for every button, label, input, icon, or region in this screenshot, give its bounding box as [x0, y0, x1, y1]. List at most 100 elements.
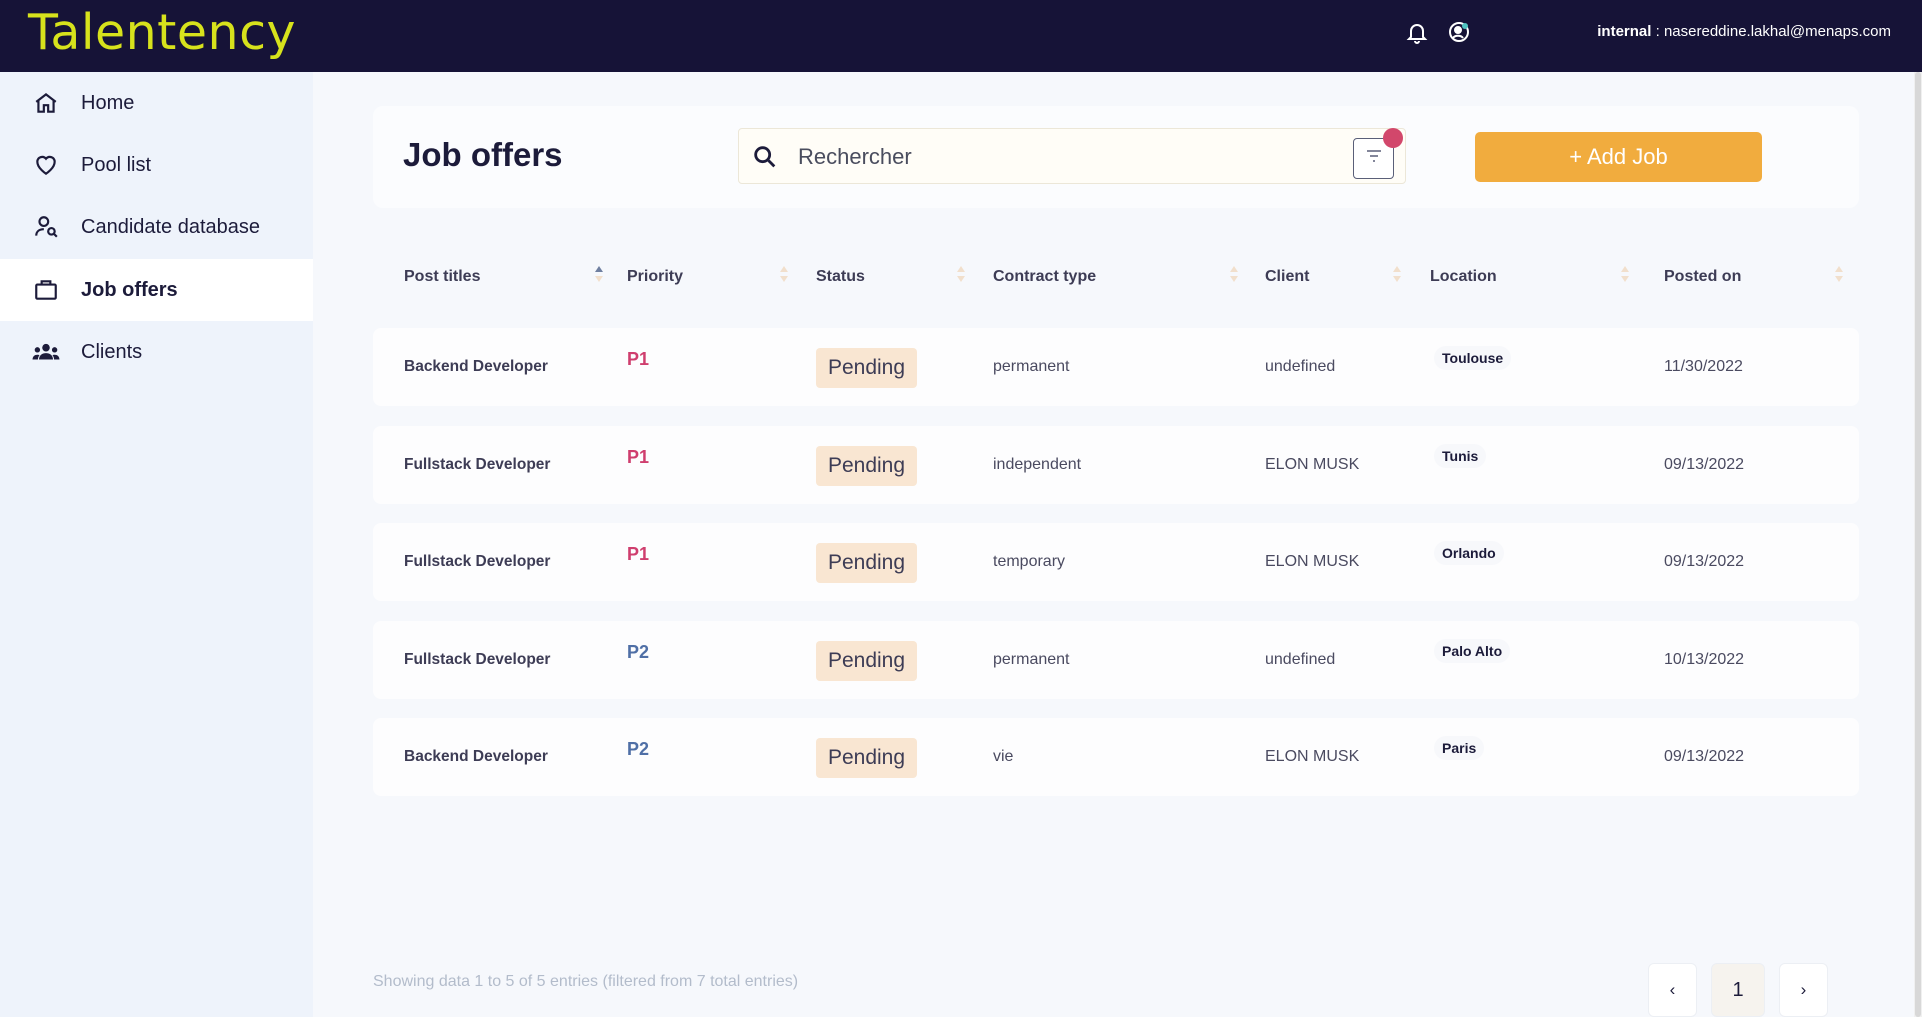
column-label: Location — [1430, 268, 1497, 285]
sidebar-item-label: Job offers — [81, 278, 178, 301]
sort-icon[interactable] — [957, 266, 967, 286]
location-tag: Paris — [1434, 736, 1485, 760]
location-tag: Orlando — [1434, 541, 1504, 565]
table-header: Post titles Priority Status Contract typ… — [373, 252, 1859, 302]
cell-contract-type: permanent — [993, 651, 1070, 668]
column-header-contract-type[interactable]: Contract type — [993, 252, 1096, 302]
group-icon — [31, 337, 61, 367]
pagination-next-button[interactable]: › — [1779, 963, 1828, 1017]
cell-client: undefined — [1265, 651, 1336, 668]
cell-posted-on: 10/13/2022 — [1664, 651, 1745, 668]
cell-contract-type: independent — [993, 456, 1082, 473]
cell-contract-type: temporary — [993, 553, 1066, 570]
page-scrollbar[interactable] — [1914, 72, 1922, 1017]
sort-icon[interactable] — [595, 266, 605, 286]
cell-contract-type: vie — [993, 748, 1014, 765]
status-badge: Pending — [816, 446, 917, 486]
sidebar-item-home[interactable]: Home — [0, 72, 313, 134]
sort-icon[interactable] — [780, 266, 790, 286]
status-badge: Pending — [816, 641, 917, 681]
sidebar-item-label: Clients — [81, 340, 143, 363]
entries-summary: Showing data 1 to 5 of 5 entries (filter… — [373, 973, 799, 990]
cell-client: ELON MUSK — [1265, 553, 1360, 570]
home-icon — [31, 88, 61, 118]
sort-icon[interactable] — [1621, 266, 1631, 286]
pagination-prev-button[interactable]: ‹ — [1648, 963, 1697, 1017]
cell-posted-on: 11/30/2022 — [1664, 358, 1743, 375]
scrollbar-thumb[interactable] — [1915, 72, 1921, 1017]
cell-posted-on: 09/13/2022 — [1664, 748, 1745, 765]
cell-priority: P2 — [627, 641, 650, 662]
add-job-button[interactable]: + Add Job — [1475, 132, 1762, 182]
user-info[interactable]: internal : nasereddine.lakhal@menaps.com — [1597, 23, 1891, 40]
status-badge: Pending — [816, 738, 917, 778]
column-header-posted-on[interactable]: Posted on — [1664, 252, 1741, 302]
sidebar-item-clients[interactable]: Clients — [0, 321, 313, 383]
cell-priority: P2 — [627, 738, 650, 759]
filter-active-indicator — [1383, 128, 1403, 148]
cell-contract-type: permanent — [993, 358, 1070, 375]
column-header-location[interactable]: Location — [1430, 252, 1497, 302]
table-row[interactable]: Fullstack Developer P1 Pending independe… — [373, 426, 1859, 504]
location-tag: Toulouse — [1434, 346, 1512, 370]
status-badge: Pending — [816, 543, 917, 583]
cell-post-title: Fullstack Developer — [404, 553, 551, 570]
briefcase-icon — [31, 275, 61, 305]
cell-post-title: Backend Developer — [404, 358, 548, 375]
table-row[interactable]: Fullstack Developer P1 Pending temporary… — [373, 523, 1859, 601]
user-separator: : — [1651, 23, 1664, 40]
column-label: Post titles — [404, 268, 481, 285]
table-row[interactable]: Backend Developer P2 Pending vie ELON MU… — [373, 718, 1859, 796]
cell-posted-on: 09/13/2022 — [1664, 456, 1745, 473]
pagination-page-1[interactable]: 1 — [1711, 963, 1765, 1017]
cell-post-title: Fullstack Developer — [404, 651, 551, 668]
column-label: Client — [1265, 268, 1310, 285]
column-header-status[interactable]: Status — [816, 252, 865, 302]
column-label: Contract type — [993, 268, 1097, 285]
user-search-icon — [31, 212, 61, 242]
search-input[interactable] — [798, 141, 1358, 173]
search-box — [738, 128, 1406, 184]
column-header-priority[interactable]: Priority — [627, 252, 683, 302]
sort-icon[interactable] — [1835, 266, 1845, 286]
cell-posted-on: 09/13/2022 — [1664, 553, 1745, 570]
status-badge: Pending — [816, 348, 917, 388]
bell-icon[interactable] — [1404, 19, 1430, 45]
column-header-client[interactable]: Client — [1265, 252, 1309, 302]
location-tag: Palo Alto — [1434, 639, 1511, 663]
cell-client: ELON MUSK — [1265, 456, 1360, 473]
column-label: Status — [816, 268, 865, 285]
sidebar: Home Pool list Candidate database Job of… — [0, 72, 313, 1017]
sidebar-item-candidate-database[interactable]: Candidate database — [0, 196, 313, 258]
location-tag: Tunis — [1434, 444, 1487, 468]
user-email: nasereddine.lakhal@menaps.com — [1663, 23, 1891, 40]
table-row[interactable]: Fullstack Developer P2 Pending permanent… — [373, 621, 1859, 699]
top-icons — [1404, 19, 1472, 45]
filter-icon — [1365, 149, 1383, 168]
brand-logo[interactable]: Talentency — [28, 4, 296, 61]
sort-icon[interactable] — [1230, 266, 1240, 286]
heart-icon — [31, 150, 61, 180]
main-content: Job offers + Add Job Post titles Priorit… — [313, 72, 1922, 1017]
sidebar-item-job-offers[interactable]: Job offers — [0, 259, 313, 321]
cell-post-title: Fullstack Developer — [404, 456, 551, 473]
cell-priority: P1 — [627, 543, 650, 564]
column-label: Priority — [627, 268, 684, 285]
sidebar-item-pool-list[interactable]: Pool list — [0, 134, 313, 196]
top-bar: Talentency internal : nasereddine.lakhal… — [0, 0, 1922, 72]
column-label: Posted on — [1664, 268, 1742, 285]
cell-client: undefined — [1265, 358, 1336, 375]
sidebar-item-label: Candidate database — [81, 215, 261, 238]
cell-priority: P1 — [627, 446, 650, 467]
user-role: internal — [1597, 23, 1652, 40]
page-title: Job offers — [403, 136, 563, 173]
cell-client: ELON MUSK — [1265, 748, 1360, 765]
column-header-post-titles[interactable]: Post titles — [404, 252, 480, 302]
table-row[interactable]: Backend Developer P1 Pending permanent u… — [373, 328, 1859, 406]
cell-post-title: Backend Developer — [404, 748, 548, 765]
sidebar-item-label: Home — [81, 91, 135, 114]
cell-priority: P1 — [627, 348, 650, 369]
search-icon — [751, 143, 779, 171]
account-switch-icon[interactable] — [1446, 19, 1472, 45]
sort-icon[interactable] — [1393, 266, 1403, 286]
